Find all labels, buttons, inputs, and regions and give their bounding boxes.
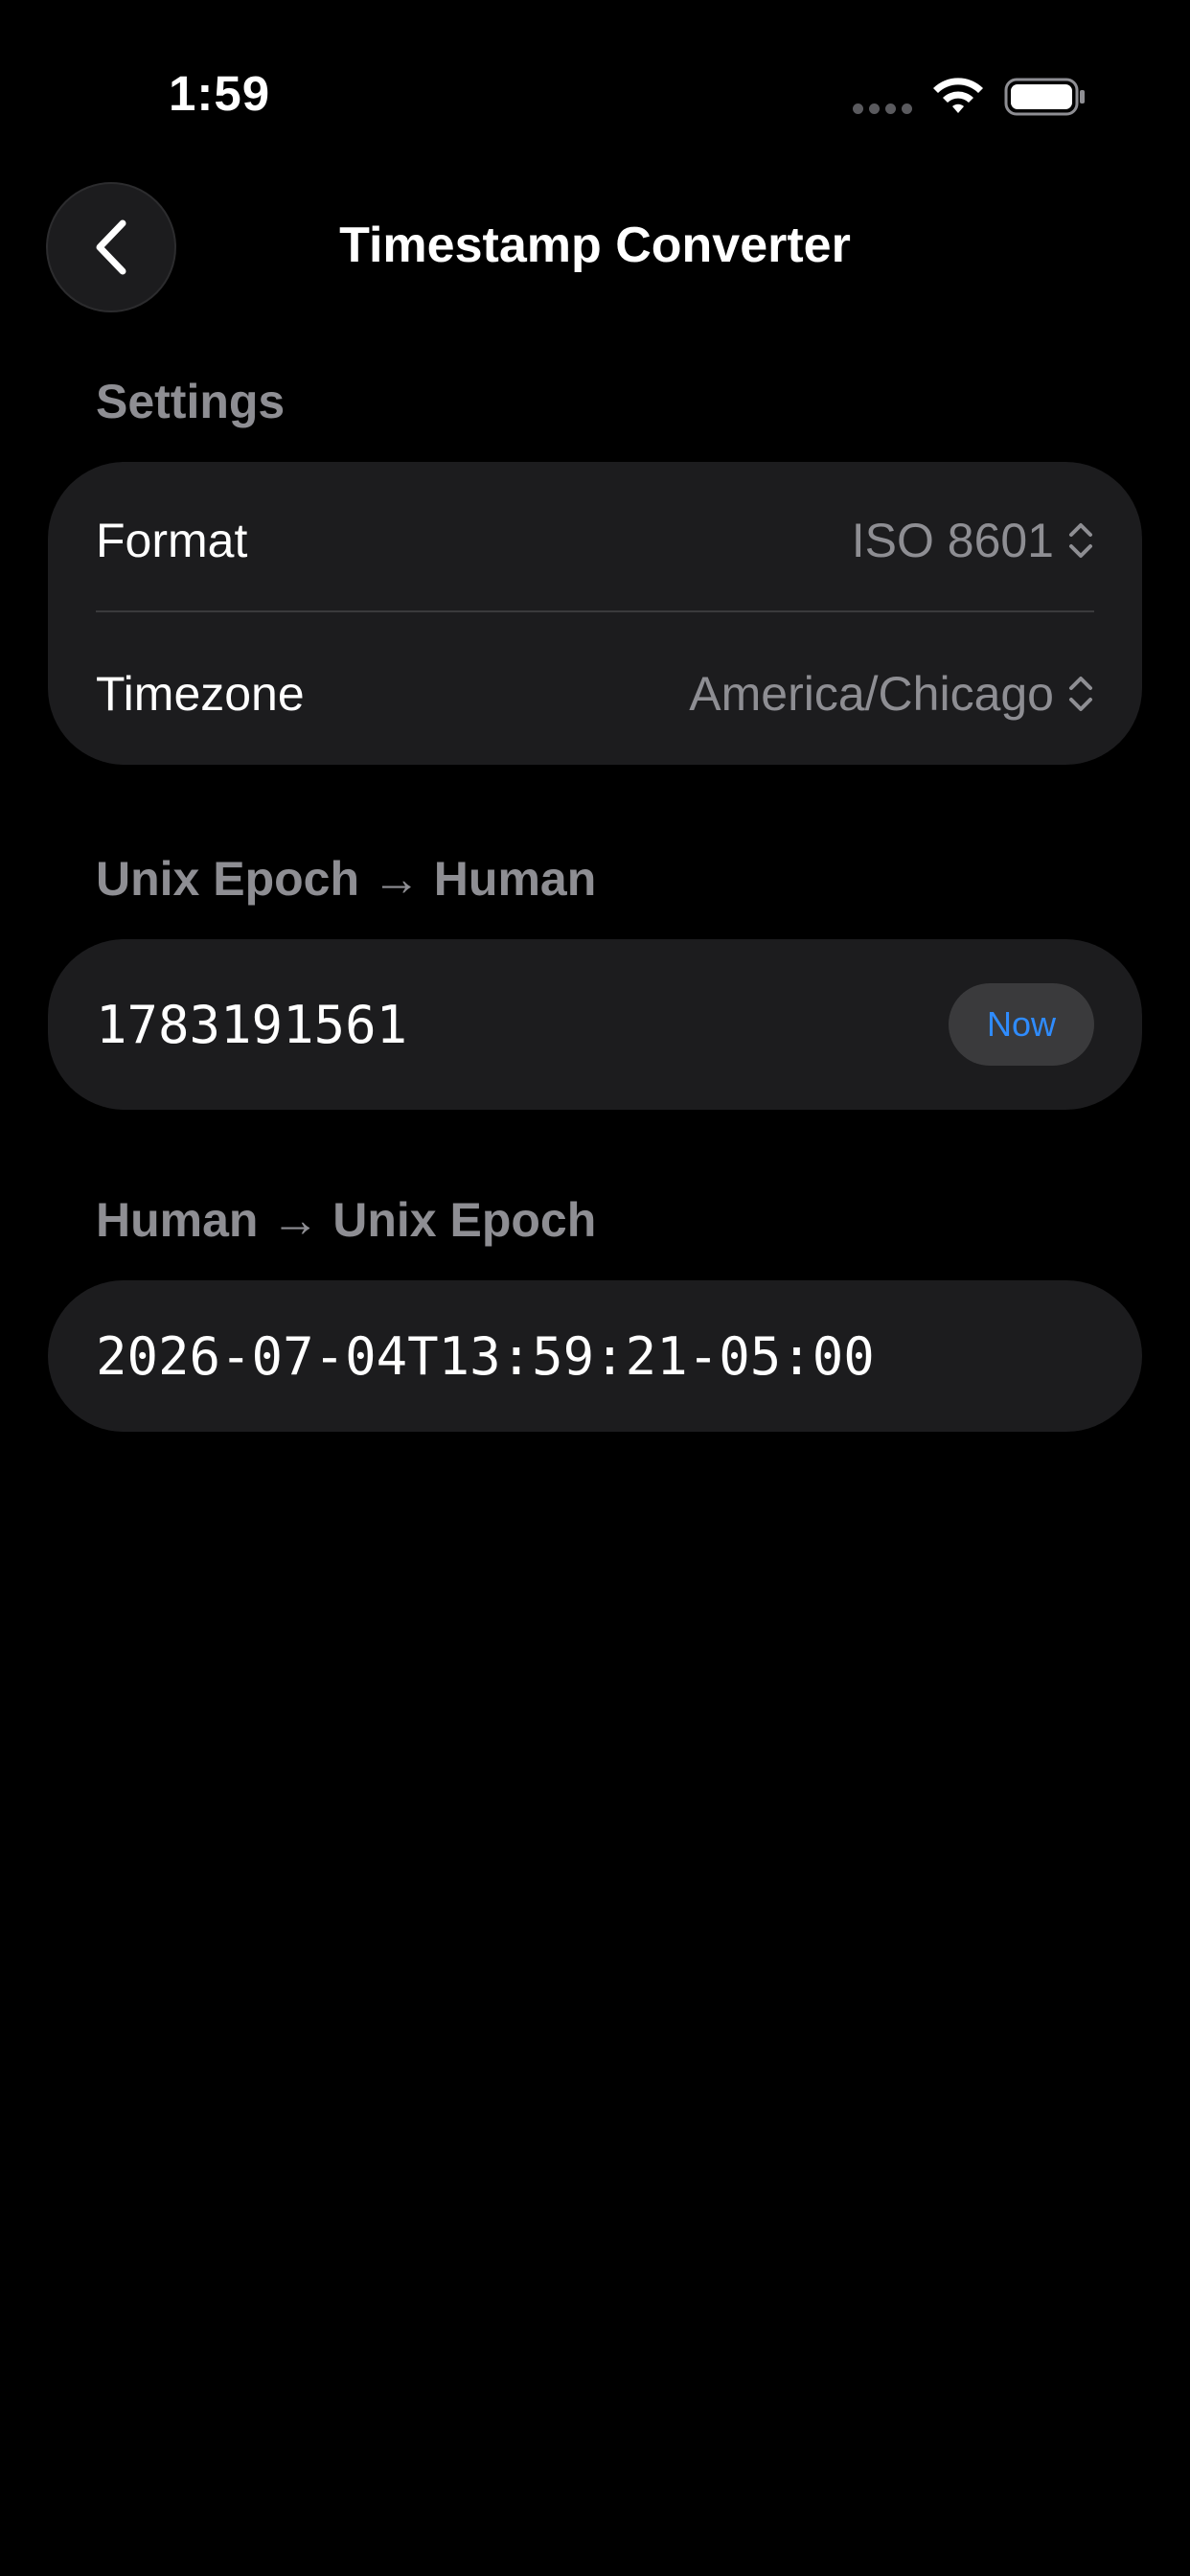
timezone-picker[interactable]: America/Chicago (689, 666, 1094, 722)
human-input-card: 2026-07-04T13:59:21-05:00 (48, 1280, 1142, 1432)
timezone-label: Timezone (96, 667, 305, 721)
status-bar: 1:59 (0, 0, 1190, 182)
wifi-icon (933, 78, 983, 113)
format-row[interactable]: Format ISO 8601 (96, 506, 1094, 575)
epoch-input[interactable]: 1783191561 (96, 995, 407, 1055)
epoch-to-human-header: Unix Epoch → Human (96, 852, 597, 906)
status-time: 1:59 (169, 66, 271, 121)
settings-section-header: Settings (96, 375, 286, 428)
page-title: Timestamp Converter (339, 218, 851, 273)
battery-icon (1004, 78, 1085, 116)
human-to-epoch-header: Human → Unix Epoch (96, 1193, 597, 1247)
epoch-input-card: 1783191561 Now (48, 939, 1142, 1110)
chevron-up-down-icon (1069, 523, 1092, 558)
chevron-up-down-icon (1069, 677, 1092, 711)
settings-card: Format ISO 8601 Timezone America/Chicago (48, 462, 1142, 765)
row-divider (96, 610, 1094, 612)
now-button[interactable]: Now (949, 983, 1094, 1066)
timezone-row[interactable]: Timezone America/Chicago (96, 659, 1094, 728)
timezone-value: America/Chicago (689, 667, 1054, 721)
format-picker[interactable]: ISO 8601 (852, 513, 1094, 568)
format-value: ISO 8601 (851, 514, 1054, 567)
cellular-signal-icon (853, 104, 912, 115)
format-label: Format (96, 514, 248, 567)
human-date-input[interactable]: 2026-07-04T13:59:21-05:00 (96, 1326, 875, 1387)
